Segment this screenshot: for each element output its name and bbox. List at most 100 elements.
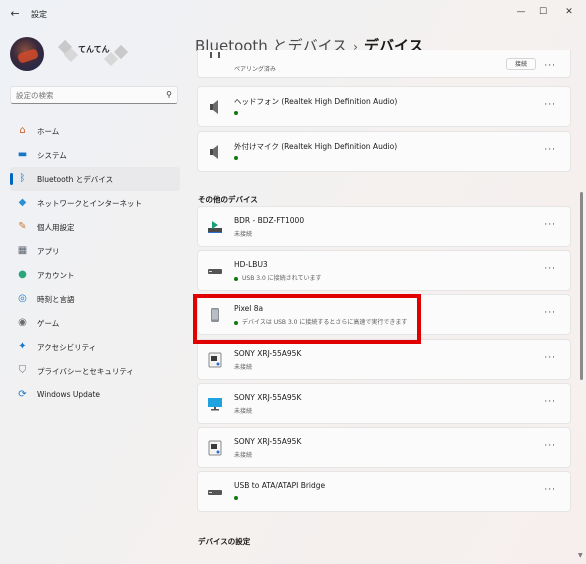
sidebar-item-label: Windows Update (37, 390, 101, 399)
accessibility-icon: ✦ (18, 341, 27, 352)
privacy-shield-icon: ⛉ (18, 365, 27, 376)
device-card[interactable]: ペアリング済み 接続 ··· (197, 50, 571, 78)
sidebar-item-label: アクセシビリティ (37, 343, 97, 352)
sidebar-item-label: プライバシーとセキュリティ (37, 367, 134, 376)
minimize-button[interactable]: — (511, 5, 531, 19)
sidebar-item[interactable]: ● アカウント (10, 263, 180, 287)
device-icon (210, 52, 220, 58)
device-name: HD-LBU3 (234, 260, 268, 269)
sidebar-item[interactable]: ᛒ Bluetooth とデバイス (10, 167, 180, 191)
sidebar-item[interactable]: ◉ ゲーム (10, 311, 180, 335)
device-card[interactable]: SONY XRJ-55A95K 未接続 ··· (197, 383, 571, 424)
bluetooth-icon: ᛒ (19, 173, 26, 184)
device-card[interactable]: 外付けマイク (Realtek High Definition Audio) ·… (197, 131, 571, 172)
search-icon[interactable]: ⚲ (166, 90, 172, 99)
close-button[interactable]: ✕ (559, 5, 579, 19)
device-name: SONY XRJ-55A95K (234, 437, 302, 446)
speaker-icon (210, 100, 218, 114)
avatar[interactable] (10, 37, 44, 71)
device-status-text: USB 3.0 に接続されています (242, 275, 322, 282)
device-status-text: 未接続 (234, 364, 253, 371)
sidebar-item[interactable]: ◎ 時刻と言語 (10, 287, 180, 311)
device-name: BDR - BDZ-FT1000 (234, 216, 305, 225)
device-status (234, 154, 242, 161)
apps-icon: ▦ (17, 245, 28, 256)
more-options-button[interactable]: ··· (544, 221, 556, 230)
sidebar-item[interactable]: ⟳ Windows Update (10, 383, 180, 407)
section-title-device-settings: デバイスの設定 (198, 537, 251, 546)
sidebar-item-label: 時刻と言語 (37, 295, 75, 304)
media-device-icon (208, 440, 222, 456)
device-card[interactable]: BDR - BDZ-FT1000 未接続 ··· (197, 206, 571, 247)
connected-dot-icon (234, 110, 238, 115)
device-card[interactable]: SONY XRJ-55A95K 未接続 ··· (197, 339, 571, 380)
device-card[interactable]: SONY XRJ-55A95K 未接続 ··· (197, 427, 571, 468)
device-card[interactable]: HD-LBU3 USB 3.0 に接続されています ··· (197, 250, 571, 291)
sidebar-item[interactable]: ◆ ネットワークとインターネット (10, 191, 180, 215)
sidebar-item-label: ゲーム (37, 319, 60, 328)
sidebar-nav: ⌂ ホーム ▬ システム ᛒ Bluetooth とデバイス ◆ ネットワークとインターネット… (10, 119, 180, 407)
monitor-icon (208, 398, 222, 411)
more-options-button[interactable]: ··· (544, 265, 556, 274)
active-indicator (10, 173, 13, 185)
more-options-button[interactable]: ··· (544, 442, 556, 451)
scrollbar-thumb[interactable] (580, 192, 583, 380)
sidebar-item-label: 個人用設定 (37, 223, 75, 232)
device-card[interactable]: USB to ATA/ATAPI Bridge ··· (197, 471, 571, 512)
home-icon: ⌂ (19, 125, 26, 136)
network-icon: ◆ (18, 197, 27, 208)
sidebar-item-label: システム (37, 151, 67, 160)
device-status: 未接続 (234, 362, 252, 371)
more-options-button[interactable]: ··· (544, 101, 556, 110)
connected-dot-icon (234, 495, 238, 500)
device-status (234, 494, 242, 501)
device-card[interactable]: ヘッドフォン (Realtek High Definition Audio) ·… (197, 86, 571, 127)
more-options-button[interactable]: ··· (544, 486, 556, 495)
sidebar-item[interactable]: ✦ アクセシビリティ (10, 335, 180, 359)
device-status-text: 未接続 (234, 452, 253, 459)
sidebar-item[interactable]: ✎ 個人用設定 (10, 215, 180, 239)
back-arrow-icon[interactable]: ← (8, 7, 22, 21)
sidebar-item[interactable]: ⛉ プライバシーとセキュリティ (10, 359, 180, 383)
windows-update-icon: ⟳ (18, 389, 27, 400)
connect-button[interactable]: 接続 (506, 58, 536, 70)
device-status: ペアリング済み (234, 66, 277, 73)
device-name: 外付けマイク (Realtek High Definition Audio) (234, 142, 398, 151)
speaker-icon (210, 145, 218, 159)
sidebar-item[interactable]: ⌂ ホーム (10, 119, 180, 143)
search-input[interactable] (16, 89, 156, 101)
more-options-button[interactable]: ··· (544, 398, 556, 407)
drive-icon (208, 490, 222, 495)
device-status-text: 未接続 (234, 408, 253, 415)
device-status: 未接続 (234, 229, 252, 238)
connected-dot-icon (234, 276, 238, 281)
system-icon: ▬ (17, 149, 28, 160)
device-name: USB to ATA/ATAPI Bridge (234, 481, 326, 490)
sidebar-item[interactable]: ▬ システム (10, 143, 180, 167)
more-options-button[interactable]: ··· (544, 62, 556, 71)
app-title: 設定 (31, 10, 47, 19)
device-status (234, 109, 242, 116)
settings-window: ← 設定 — ☐ ✕ てんてん ⚲ ⌂ ホーム ▬ システム ᛒ Bluetooth とデ… (0, 0, 586, 564)
scroll-down-icon[interactable]: ▼ (578, 552, 583, 559)
sidebar-item-label: ネットワークとインターネット (37, 199, 142, 208)
account-icon: ● (18, 269, 27, 280)
sidebar-item[interactable]: ▦ アプリ (10, 239, 180, 263)
sidebar-item-label: ホーム (37, 127, 60, 136)
maximize-button[interactable]: ☐ (533, 5, 553, 19)
search-box[interactable]: ⚲ (10, 86, 178, 104)
media-device-icon (208, 352, 222, 368)
device-status: 未接続 (234, 450, 252, 459)
device-name: SONY XRJ-55A95K (234, 349, 302, 358)
connected-dot-icon (234, 155, 238, 160)
device-name: ヘッドフォン (Realtek High Definition Audio) (234, 97, 398, 106)
title-bar: ← 設定 — ☐ ✕ (0, 0, 586, 30)
more-options-button[interactable]: ··· (544, 146, 556, 155)
more-options-button[interactable]: ··· (544, 354, 556, 363)
device-name: SONY XRJ-55A95K (234, 393, 302, 402)
device-status: USB 3.0 に接続されています (234, 273, 322, 282)
more-options-button[interactable]: ··· (544, 309, 556, 318)
sidebar-item-label: アプリ (37, 247, 60, 256)
user-name: てんてん (78, 45, 110, 54)
bluray-recorder-icon (208, 221, 222, 233)
